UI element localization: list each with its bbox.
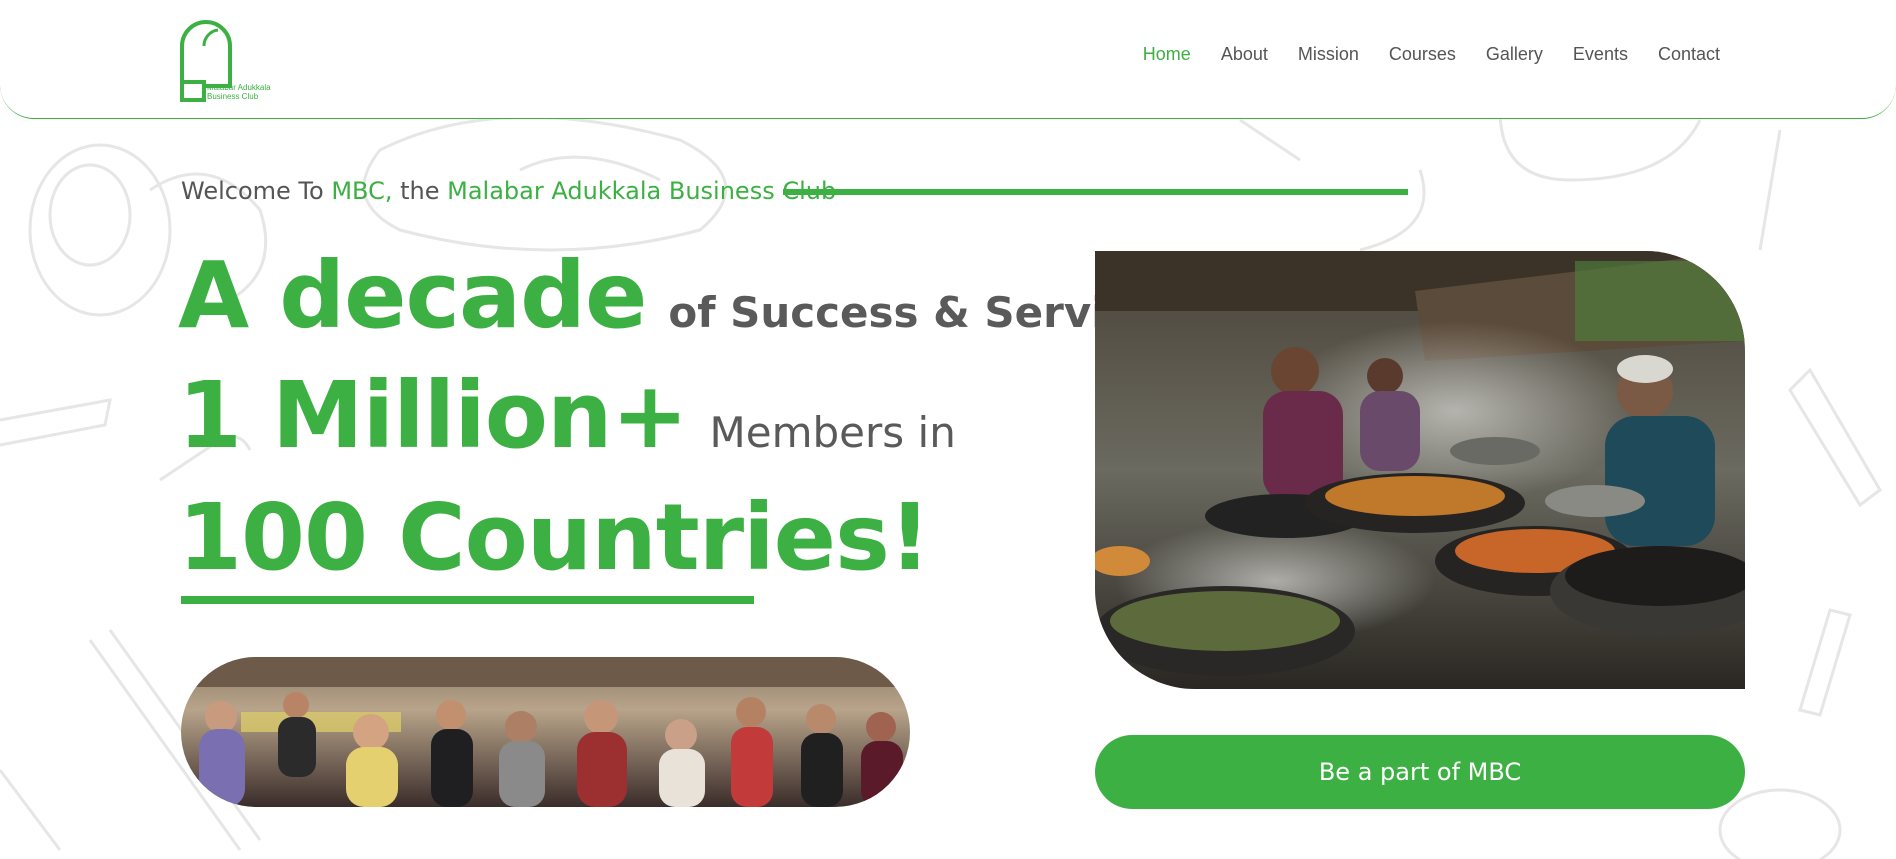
site-header: Malabar Adukkala Business Club Home Abou… — [0, 0, 1896, 119]
welcome-the: the — [392, 177, 448, 205]
headline-members: Members in — [709, 408, 956, 457]
nav-home[interactable]: Home — [1143, 44, 1191, 65]
headline-members-count: 1 Million+ — [178, 362, 689, 469]
main-nav: Home About Mission Courses Gallery Event… — [1143, 44, 1720, 65]
headline-decade: A decade — [178, 242, 647, 349]
cooking-photo — [1095, 251, 1745, 689]
welcome-divider — [783, 189, 1408, 195]
nav-gallery[interactable]: Gallery — [1486, 44, 1543, 65]
nav-about[interactable]: About — [1221, 44, 1268, 65]
brand-name-line1: Malabar Adukkala — [207, 83, 271, 92]
nav-mission[interactable]: Mission — [1298, 44, 1359, 65]
nav-contact[interactable]: Contact — [1658, 44, 1720, 65]
nav-courses[interactable]: Courses — [1389, 44, 1456, 65]
welcome-club-name: Malabar Adukkala Business Club — [447, 177, 837, 205]
join-mbc-button[interactable]: Be a part of MBC — [1095, 735, 1745, 809]
brand-name: Malabar Adukkala Business Club — [207, 83, 297, 101]
welcome-mbc: MBC, — [331, 177, 393, 205]
brand-name-line2: Business Club — [207, 92, 259, 101]
headline-line-3: 100 Countries! — [178, 484, 931, 591]
welcome-prefix: Welcome To — [181, 177, 332, 205]
headline-underline — [181, 596, 754, 604]
nav-events[interactable]: Events — [1573, 44, 1628, 65]
headline-countries: 100 Countries! — [178, 484, 931, 591]
group-photo — [181, 657, 910, 807]
headline-line-2: 1 Million+ Members in — [178, 362, 956, 469]
welcome-line: Welcome To MBC, the Malabar Adukkala Bus… — [181, 177, 836, 205]
headline-line-1: A decade of Success & Service to — [178, 242, 1223, 349]
